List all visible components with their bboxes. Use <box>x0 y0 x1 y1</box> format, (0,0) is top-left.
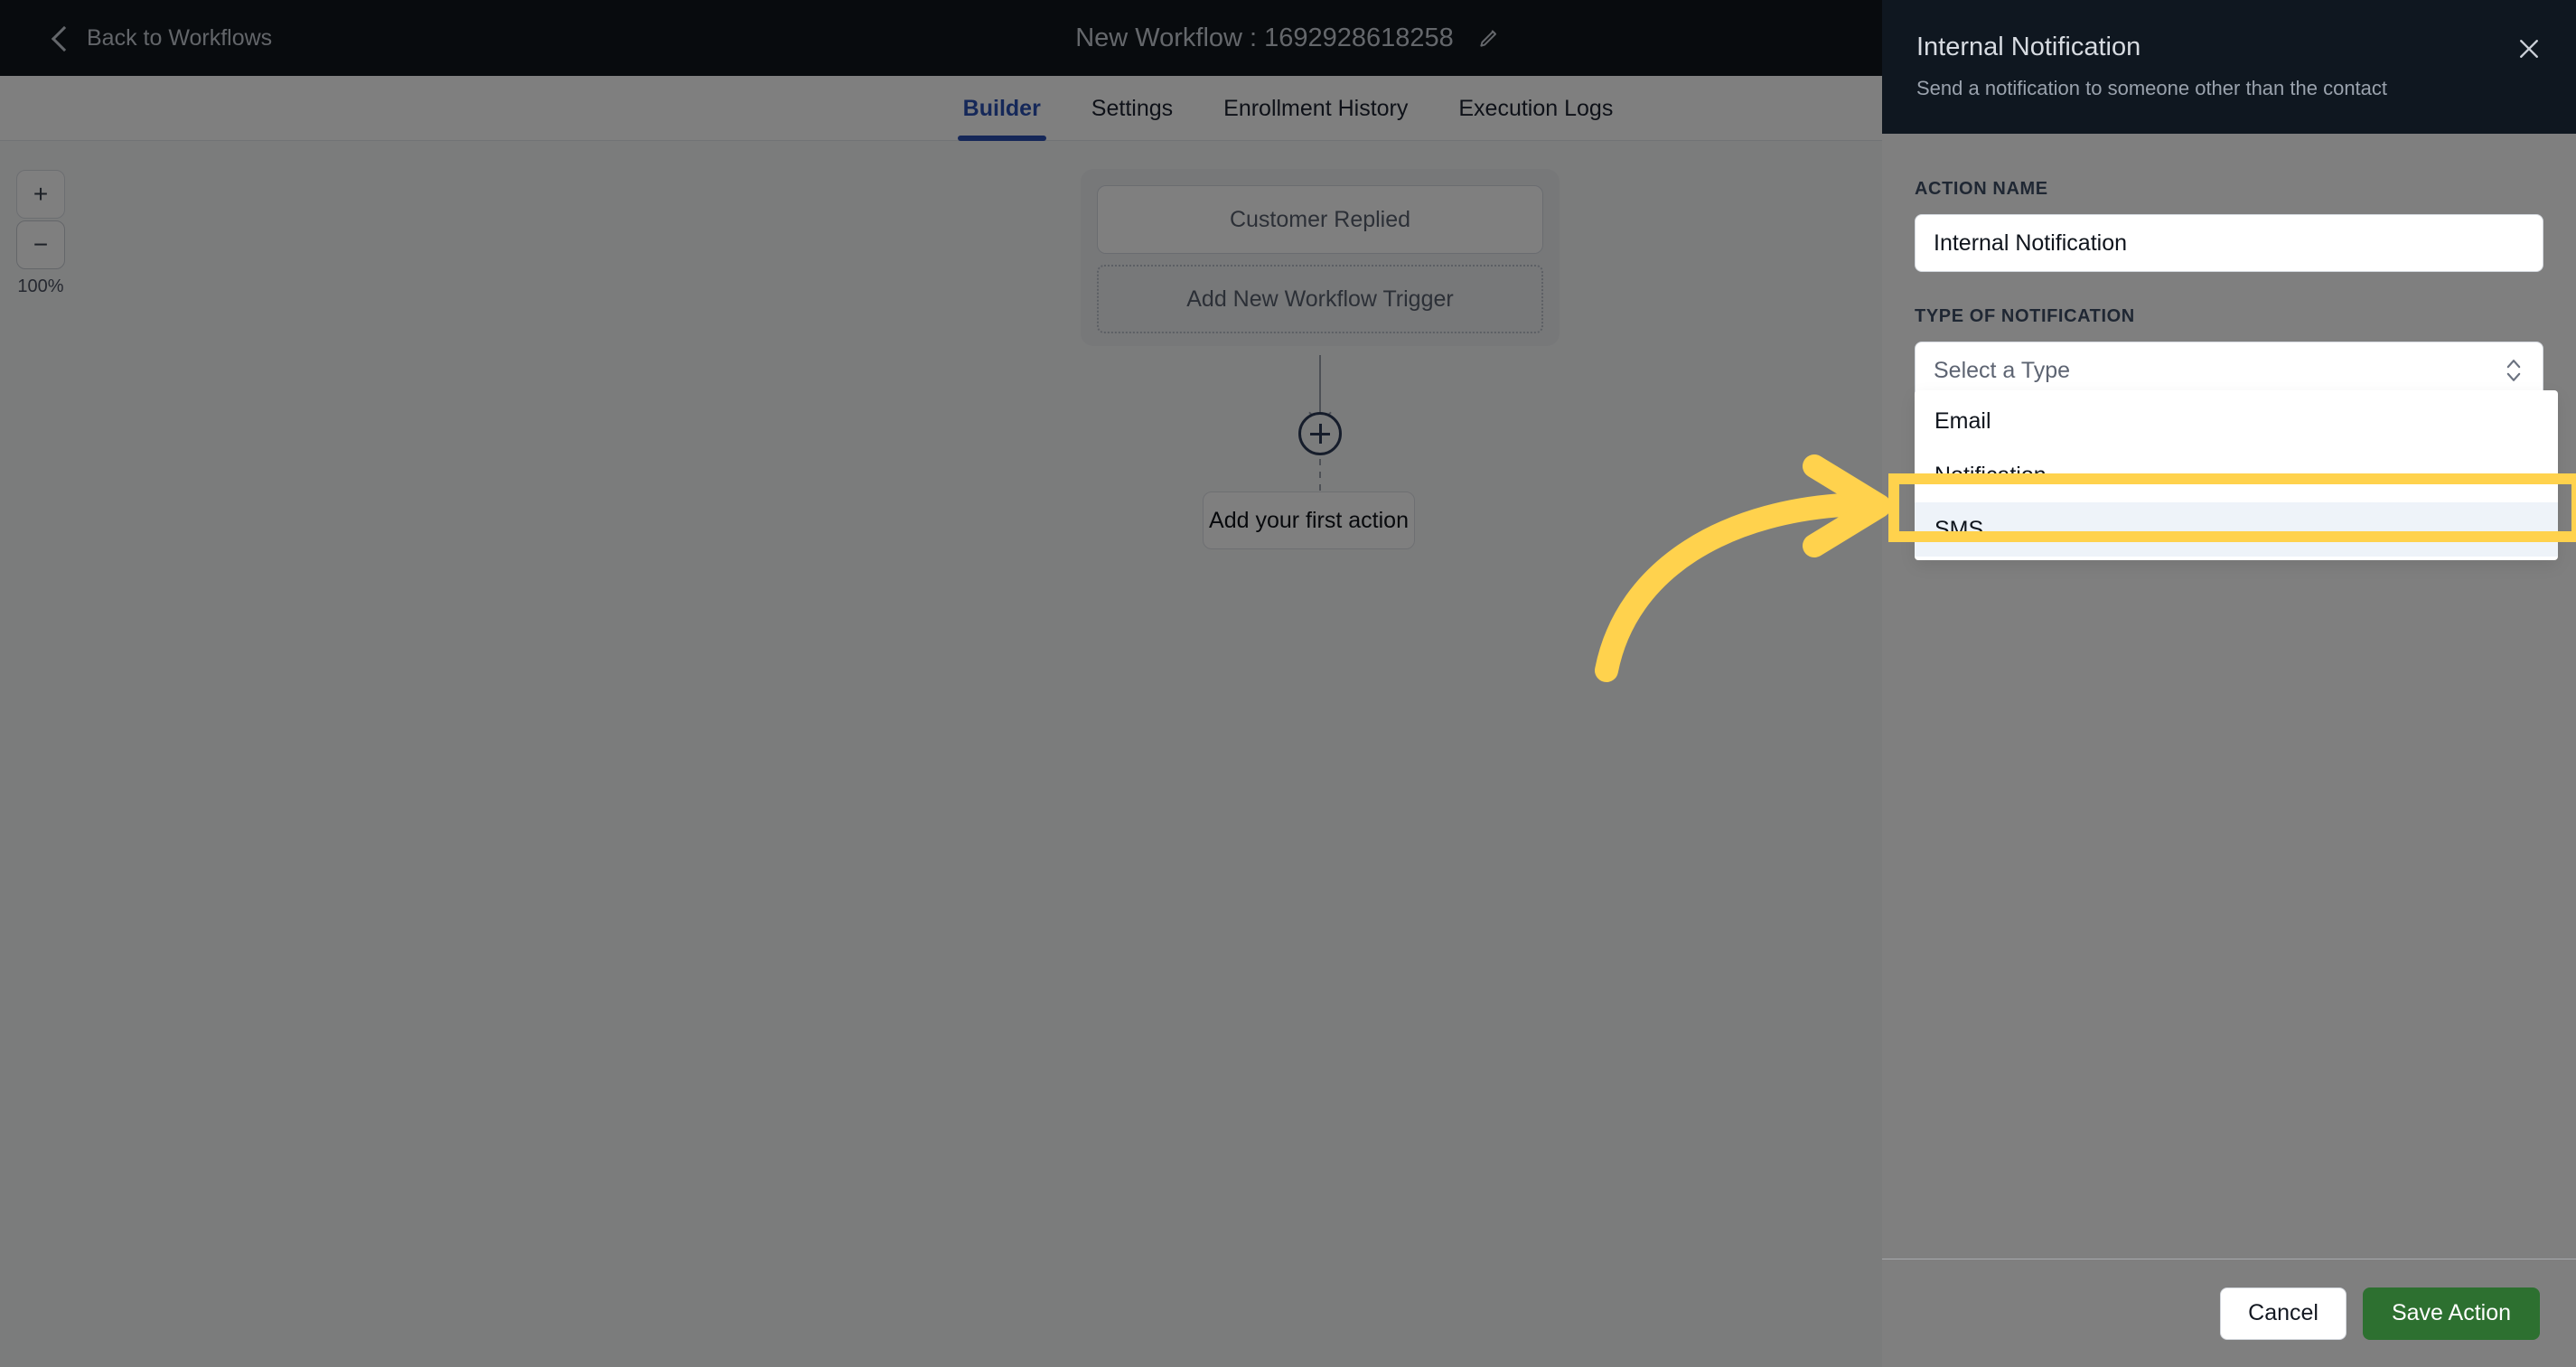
cancel-button[interactable]: Cancel <box>2220 1287 2347 1340</box>
option-label: Notification <box>1934 462 2047 488</box>
panel-subtitle: Send a notification to someone other tha… <box>1916 77 2388 99</box>
action-name-label: ACTION NAME <box>1915 179 2048 199</box>
type-of-notification-label: TYPE OF NOTIFICATION <box>1915 306 2135 326</box>
type-of-notification-options: Email Notification SMS <box>1915 390 2558 560</box>
option-email[interactable]: Email <box>1915 394 2558 448</box>
option-label: SMS <box>1934 516 1984 542</box>
option-notification[interactable]: Notification <box>1915 448 2558 502</box>
chevron-up-down-icon <box>2506 360 2521 381</box>
action-name-input[interactable] <box>1915 214 2543 272</box>
panel-title: Internal Notification <box>1916 33 2141 61</box>
field-spacer <box>1915 272 2543 306</box>
option-label: Email <box>1934 407 1991 434</box>
panel-body: ACTION NAME TYPE OF NOTIFICATION Select … <box>1882 134 2576 1259</box>
panel-header: Internal Notification Send a notificatio… <box>1882 0 2576 134</box>
panel-footer: Cancel Save Action <box>1882 1259 2576 1367</box>
option-sms[interactable]: SMS <box>1915 502 2558 557</box>
select-value: Select a Type <box>1934 357 2071 383</box>
save-action-button[interactable]: Save Action <box>2362 1287 2540 1340</box>
close-icon[interactable] <box>2513 33 2545 65</box>
workflow-builder-screen: Back to Workflows New Workflow : 1692928… <box>0 0 2576 1367</box>
internal-notification-panel: Internal Notification Send a notificatio… <box>1882 0 2576 1367</box>
